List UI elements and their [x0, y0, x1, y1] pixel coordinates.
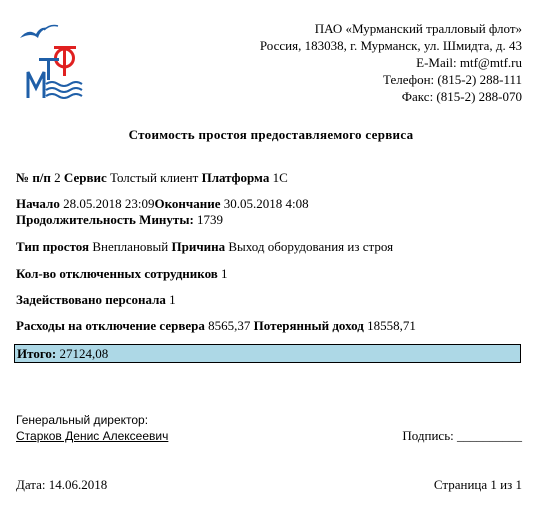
lost-income-value: 18558,71 — [367, 318, 416, 333]
signature-line: __________ — [457, 428, 522, 443]
employees-label: Кол-во отключенных сотрудников — [16, 266, 218, 281]
director-name: Старков Денис Алексеевич — [16, 429, 169, 443]
lost-income-label: Потерянный доход — [253, 318, 364, 333]
end-label: Окончание — [154, 196, 221, 211]
director-title: Генеральный директор: — [16, 413, 149, 427]
org-email: E-Mail: mtf@mtf.ru — [416, 55, 522, 70]
end-value: 30.05.2018 4:08 — [223, 196, 309, 211]
total-value: 27124,08 — [59, 346, 109, 361]
costs-label: Расходы на отключение сервера — [16, 318, 205, 333]
logo-seagull-wave-icon — [20, 24, 83, 99]
service-value: Толстый клиент — [109, 170, 199, 185]
document-title: Стоимость простоя предоставляемого серви… — [128, 127, 414, 142]
date-label: Дата: — [16, 477, 46, 492]
staff-value: 1 — [169, 292, 176, 307]
reason-label: Причина — [171, 239, 226, 254]
employees-row: Кол-во отключенных сотрудников 1 — [16, 266, 228, 282]
date-block: Дата: 14.06.2018 — [16, 477, 107, 493]
org-name: ПАО «Мурманский тралловый флот» — [314, 21, 522, 36]
costs-row: Расходы на отключение сервера 8565,37 По… — [16, 318, 416, 334]
type-value: Внеплановый — [92, 239, 169, 254]
signature-block: Подпись: __________ — [402, 428, 522, 444]
org-fax: Факс: (815-2) 288-070 — [401, 89, 522, 104]
duration-label: Продолжительность Минуты: — [16, 212, 194, 227]
type-label: Тип простоя — [16, 239, 90, 254]
reason-value: Выход оборудования из строя — [228, 239, 394, 254]
organization-info: ПАО «Мурманский тралловый флот» Россия, … — [260, 20, 522, 105]
page-number: Страница 1 из 1 — [433, 477, 522, 492]
signature-label: Подпись: — [402, 428, 454, 443]
company-logo — [14, 20, 89, 102]
service-row: № п/п 2 Сервис Толстый клиент Платформа … — [16, 170, 288, 186]
employees-value: 1 — [221, 266, 228, 281]
costs-value: 8565,37 — [208, 318, 251, 333]
staff-row: Задействовано персонала 1 — [16, 292, 176, 308]
platform-label: Платформа — [201, 170, 270, 185]
downtime-type-row: Тип простоя Внеплановый Причина Выход об… — [16, 239, 393, 255]
num-label: № п/п — [16, 170, 51, 185]
total-row: Итого: 27124,08 — [14, 344, 521, 363]
start-label: Начало — [16, 196, 60, 211]
num-value: 2 — [54, 170, 61, 185]
total-label: Итого: — [17, 346, 57, 361]
org-phone: Телефон: (815-2) 288-111 — [383, 72, 522, 87]
service-label: Сервис — [63, 170, 107, 185]
duration-row: Продолжительность Минуты: 1739 — [16, 212, 223, 228]
date-value: 14.06.2018 — [48, 477, 108, 492]
org-address: Россия, 183038, г. Мурманск, ул. Шмидта,… — [259, 38, 522, 53]
start-value: 28.05.2018 23:09 — [63, 196, 155, 211]
period-row: Начало 28.05.2018 23:09Окончание 30.05.2… — [16, 196, 309, 212]
staff-label: Задействовано персонала — [16, 292, 166, 307]
duration-value: 1739 — [197, 212, 224, 227]
platform-value: 1С — [272, 170, 288, 185]
